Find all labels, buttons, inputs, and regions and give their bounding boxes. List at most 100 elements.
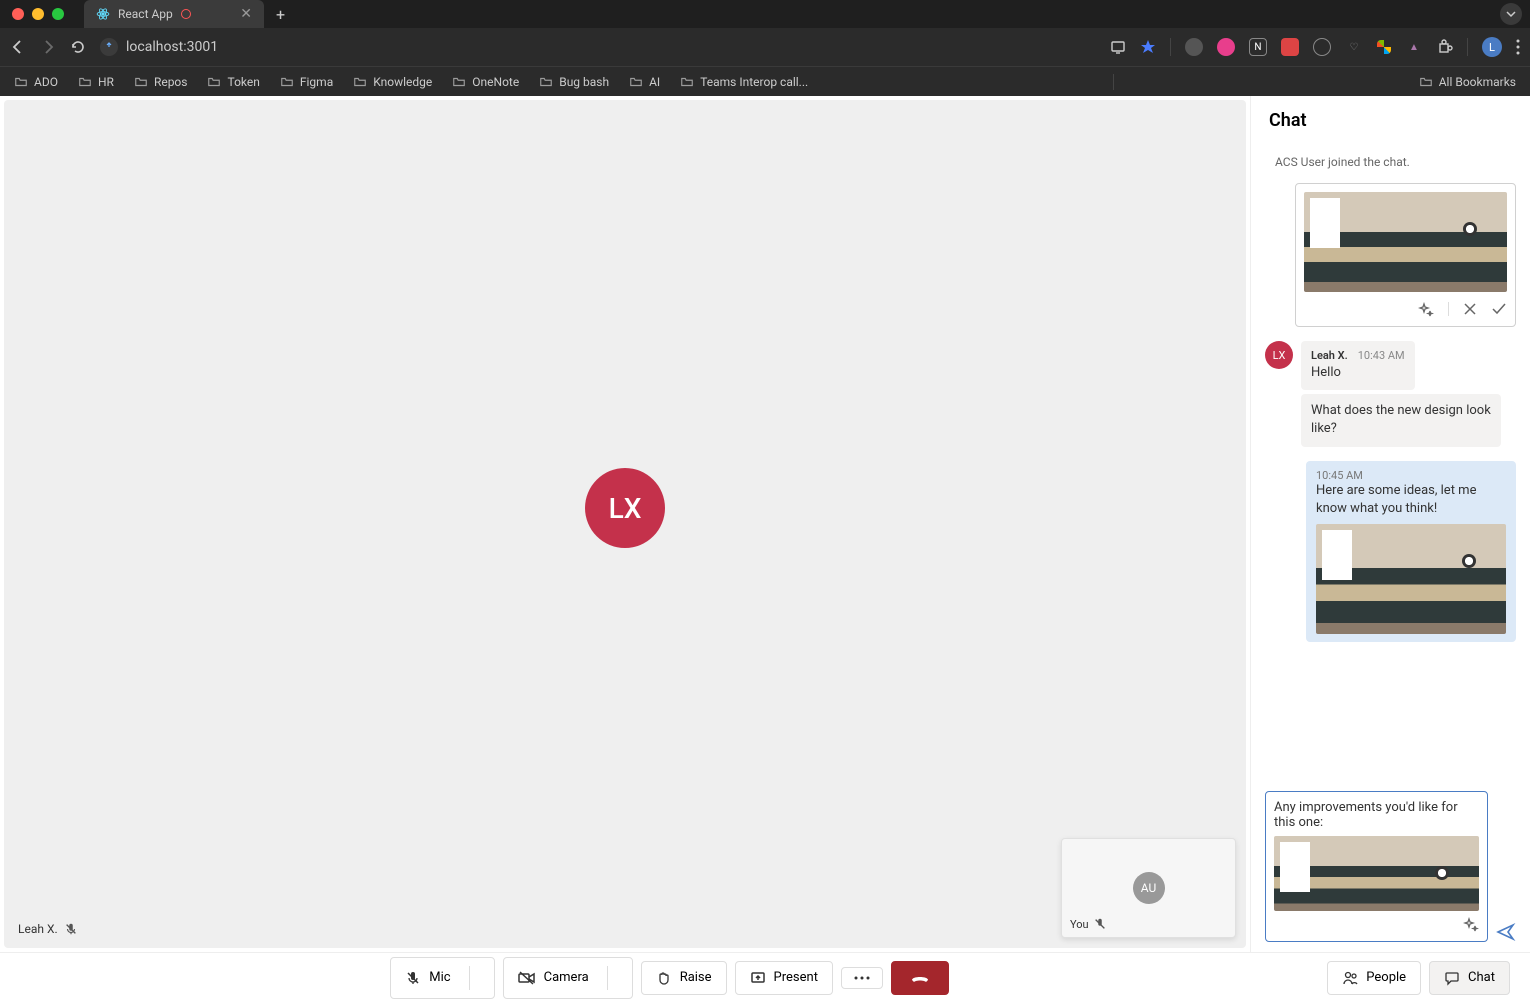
url-field[interactable]: localhost:3001 xyxy=(100,38,218,56)
message-row-incoming: LX Leah X. 10:43 AM Hello xyxy=(1265,341,1516,390)
extension-icon-1[interactable] xyxy=(1185,38,1203,56)
extension-icon-5[interactable] xyxy=(1313,38,1331,56)
toolbar-right: N ♡ ▲ L xyxy=(1110,37,1520,57)
kitchen-image-thumbnail[interactable] xyxy=(1304,192,1507,292)
chat-composer[interactable]: Any improvements you'd like for this one… xyxy=(1265,791,1488,942)
profile-avatar[interactable]: L xyxy=(1482,37,1502,57)
self-label: You xyxy=(1070,917,1107,931)
url-text: localhost:3001 xyxy=(126,39,218,55)
chat-panel: Chat ACS User joined the chat. LX Leah X… xyxy=(1250,96,1530,952)
message-text: Hello xyxy=(1311,364,1405,382)
sparkle-icon[interactable] xyxy=(1418,302,1434,318)
folder-icon xyxy=(78,75,92,89)
composer-attached-image[interactable] xyxy=(1274,836,1479,911)
participant-name-label: Leah X. xyxy=(18,922,78,936)
bookmark-ai[interactable]: AI xyxy=(629,75,660,89)
video-stage: LX Leah X. AU You xyxy=(4,100,1246,948)
hangup-icon xyxy=(910,970,930,986)
message-time: 10:43 AM xyxy=(1358,349,1405,362)
browser-menu-button[interactable] xyxy=(1516,39,1520,55)
mic-button[interactable]: Mic xyxy=(390,957,494,999)
site-info-icon[interactable] xyxy=(100,38,118,56)
folder-icon xyxy=(353,75,367,89)
tab-overflow-button[interactable] xyxy=(1500,3,1522,25)
extension-icon-8[interactable]: ▲ xyxy=(1405,38,1423,56)
folder-icon xyxy=(280,75,294,89)
reject-icon[interactable] xyxy=(1463,302,1477,318)
tab-title: React App xyxy=(118,7,173,21)
app-content: LX Leah X. AU You Chat ACS User joined t… xyxy=(0,96,1530,952)
attachment-actions xyxy=(1304,302,1507,318)
browser-chrome: React App ✕ + localhost:3001 N ♡ xyxy=(0,0,1530,96)
chevron-down-icon xyxy=(1506,9,1516,19)
hand-icon xyxy=(656,970,672,986)
bookmark-hr[interactable]: HR xyxy=(78,75,114,89)
system-message: ACS User joined the chat. xyxy=(1275,155,1506,169)
self-view-tile[interactable]: AU You xyxy=(1061,838,1236,938)
ellipsis-icon xyxy=(854,976,870,980)
people-icon xyxy=(1342,970,1358,986)
bookmark-knowledge[interactable]: Knowledge xyxy=(353,75,432,89)
bookmark-figma[interactable]: Figma xyxy=(280,75,333,89)
folder-icon xyxy=(629,75,643,89)
tab-recording-icon xyxy=(181,9,191,19)
chat-message-list[interactable]: ACS User joined the chat. LX Leah X. 10:… xyxy=(1251,141,1530,781)
react-favicon xyxy=(96,7,110,21)
folder-icon xyxy=(452,75,466,89)
all-bookmarks-button[interactable]: All Bookmarks xyxy=(1419,75,1516,89)
message-bubble: What does the new design look like? xyxy=(1301,394,1501,446)
maximize-window-button[interactable] xyxy=(52,8,64,20)
forward-button[interactable] xyxy=(40,39,56,55)
extensions-puzzle-icon[interactable] xyxy=(1437,39,1453,55)
message-bubble: Leah X. 10:43 AM Hello xyxy=(1301,341,1415,390)
hangup-button[interactable] xyxy=(891,961,949,995)
people-button[interactable]: People xyxy=(1327,961,1421,995)
window-controls xyxy=(12,8,64,20)
bookmark-onenote[interactable]: OneNote xyxy=(452,75,519,89)
chat-header: Chat xyxy=(1251,96,1530,141)
browser-tab[interactable]: React App ✕ xyxy=(84,0,264,28)
tab-strip: React App ✕ + xyxy=(0,0,1530,28)
camera-button[interactable]: Camera xyxy=(503,957,633,999)
message-avatar: LX xyxy=(1265,341,1293,369)
message-text: Here are some ideas, let me know what yo… xyxy=(1316,482,1506,518)
raise-hand-button[interactable]: Raise xyxy=(641,961,727,995)
extension-icon-4[interactable] xyxy=(1281,38,1299,56)
more-options-button[interactable] xyxy=(841,967,883,989)
bookmark-token[interactable]: Token xyxy=(207,75,259,89)
mic-muted-icon xyxy=(64,922,78,936)
present-button[interactable]: Present xyxy=(735,961,833,995)
extension-icon-6[interactable]: ♡ xyxy=(1345,38,1363,56)
message-text: What does the new design look like? xyxy=(1311,402,1491,438)
extension-icon-7[interactable] xyxy=(1377,40,1391,54)
new-tab-button[interactable]: + xyxy=(276,5,285,24)
send-button[interactable] xyxy=(1496,922,1516,942)
mic-muted-icon xyxy=(405,970,421,986)
chat-toggle-button[interactable]: Chat xyxy=(1429,961,1510,995)
folder-icon xyxy=(539,75,553,89)
extension-icon-3[interactable]: N xyxy=(1249,38,1267,56)
message-bubble-self: 10:45 AM Here are some ideas, let me kno… xyxy=(1306,461,1516,642)
kitchen-image-thumbnail[interactable] xyxy=(1316,524,1506,634)
bookmark-teams[interactable]: Teams Interop call... xyxy=(680,75,808,89)
bookmark-ado[interactable]: ADO xyxy=(14,75,58,89)
folder-icon xyxy=(207,75,221,89)
bookmark-star-icon[interactable] xyxy=(1140,39,1156,55)
back-button[interactable] xyxy=(10,39,26,55)
bookmark-bugbash[interactable]: Bug bash xyxy=(539,75,609,89)
reload-button[interactable] xyxy=(70,39,86,55)
camera-off-icon xyxy=(518,970,536,986)
bookmark-repos[interactable]: Repos xyxy=(134,75,188,89)
sparkle-icon[interactable] xyxy=(1463,917,1479,933)
minimize-window-button[interactable] xyxy=(32,8,44,20)
close-tab-button[interactable]: ✕ xyxy=(240,7,252,21)
message-time: 10:45 AM xyxy=(1316,469,1506,482)
close-window-button[interactable] xyxy=(12,8,24,20)
extension-icon-2[interactable] xyxy=(1217,38,1235,56)
accept-icon[interactable] xyxy=(1491,302,1507,318)
folder-icon xyxy=(134,75,148,89)
chat-icon xyxy=(1444,970,1460,986)
bookmarks-bar: ADO HR Repos Token Figma Knowledge OneNo… xyxy=(0,66,1530,96)
cast-icon[interactable] xyxy=(1110,39,1126,55)
composer-input[interactable]: Any improvements you'd like for this one… xyxy=(1274,800,1479,830)
